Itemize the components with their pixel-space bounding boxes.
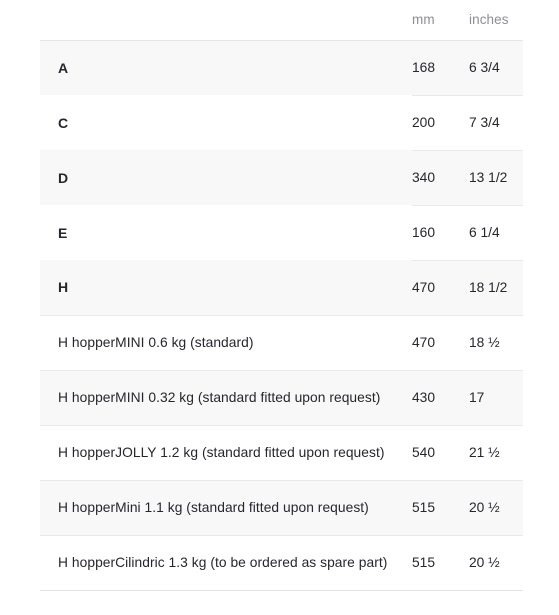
cell-dimension-label: H hopperMINI 0.6 kg (standard) (40, 314, 412, 370)
cell-value-mm: 515 (412, 534, 467, 591)
table-row: H 470 18 1/2 (40, 259, 523, 315)
cell-dimension-label: H hopperMINI 0.32 kg (standard fitted up… (40, 369, 412, 425)
column-header-label (40, 0, 412, 41)
cell-dimension-label: D (40, 150, 412, 205)
cell-dimension-label: H (40, 260, 412, 315)
cell-value-mm: 540 (412, 424, 467, 480)
cell-value-inches: 20 ½ (467, 534, 523, 591)
cell-value-inches: 18 1/2 (467, 259, 523, 315)
cell-value-mm: 515 (412, 479, 467, 535)
cell-value-mm: 160 (412, 204, 467, 260)
cell-value-mm: 430 (412, 369, 467, 425)
cell-value-inches: 13 1/2 (467, 149, 523, 205)
cell-value-inches: 20 ½ (467, 479, 523, 535)
table-row: E 160 6 1/4 (40, 204, 523, 260)
column-header-inches: inches (467, 0, 523, 41)
cell-value-inches: 6 3/4 (467, 40, 523, 95)
table-row: D 340 13 1/2 (40, 149, 523, 205)
cell-value-inches: 7 3/4 (467, 94, 523, 150)
cell-value-mm: 470 (412, 259, 467, 315)
table-header: mm inches (40, 0, 523, 41)
table-header-row: mm inches (40, 0, 523, 41)
cell-dimension-label: C (40, 95, 412, 150)
table-row: C 200 7 3/4 (40, 94, 523, 150)
cell-value-mm: 340 (412, 149, 467, 205)
table-body: A 168 6 3/4 C 200 7 3/4 D 340 13 1/2 E 160 6 1/4 H 47… (40, 40, 523, 591)
cell-value-mm: 168 (412, 40, 467, 95)
cell-dimension-label: A (40, 40, 412, 95)
table-row: A 168 6 3/4 (40, 40, 523, 95)
column-header-mm: mm (412, 0, 467, 41)
cell-value-inches: 6 1/4 (467, 204, 523, 260)
table-row: H hopperMini 1.1 kg (standard fitted upo… (40, 479, 523, 535)
cell-value-inches: 17 (467, 369, 523, 425)
specifications-table-container: mm inches A 168 6 3/4 C 200 7 3/4 D 340 13 1/2 E 1… (40, 0, 523, 591)
cell-dimension-label: H hopperJOLLY 1.2 kg (standard fitted up… (40, 424, 412, 480)
cell-dimension-label: H hopperMini 1.1 kg (standard fitted upo… (40, 479, 412, 535)
table-row: H hopperMINI 0.32 kg (standard fitted up… (40, 369, 523, 425)
cell-dimension-label: H hopperCilindric 1.3 kg (to be ordered … (40, 534, 412, 591)
specifications-table: mm inches A 168 6 3/4 C 200 7 3/4 D 340 13 1/2 E 1… (40, 0, 523, 591)
cell-value-inches: 21 ½ (467, 424, 523, 480)
cell-value-mm: 200 (412, 94, 467, 150)
cell-dimension-label: E (40, 205, 412, 260)
cell-value-inches: 18 ½ (467, 314, 523, 370)
table-row: H hopperJOLLY 1.2 kg (standard fitted up… (40, 424, 523, 480)
cell-value-mm: 470 (412, 314, 467, 370)
table-row: H hopperCilindric 1.3 kg (to be ordered … (40, 534, 523, 591)
table-row: H hopperMINI 0.6 kg (standard) 470 18 ½ (40, 314, 523, 370)
